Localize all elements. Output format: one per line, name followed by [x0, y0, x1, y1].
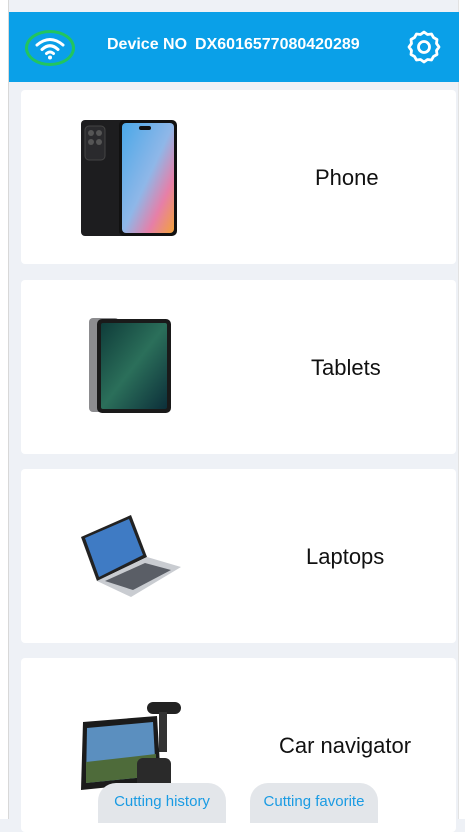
cutting-history-tab[interactable]: Cutting history — [98, 783, 226, 823]
device-title: Device NO DX6016577080420289 — [107, 36, 360, 54]
screen-edge-left — [0, 0, 9, 819]
top-bar: Device NO DX6016577080420289 — [9, 12, 459, 82]
wifi-button[interactable] — [25, 30, 75, 66]
category-label: Tablets — [311, 355, 381, 380]
category-card-car-navigator[interactable]: Car navigator — [21, 658, 456, 832]
category-card-laptops[interactable]: Laptops — [21, 469, 456, 643]
wifi-icon — [35, 38, 65, 60]
cutting-favorite-tab[interactable]: Cutting favorite — [250, 783, 378, 823]
laptop-icon — [81, 515, 181, 597]
device-number: DX6016577080420289 — [195, 36, 360, 53]
settings-button[interactable] — [406, 29, 442, 65]
category-label: Car navigator — [279, 733, 412, 758]
device-label: Device NO — [107, 36, 188, 53]
gear-icon — [407, 30, 441, 64]
screen-edge-right — [458, 0, 465, 819]
category-card-tablets[interactable]: Tablets — [21, 280, 456, 454]
category-card-phone[interactable]: Phone — [21, 90, 456, 264]
tablet-icon — [89, 318, 171, 413]
phone-icon — [81, 120, 177, 236]
category-label: Phone — [315, 165, 379, 190]
category-label: Laptops — [306, 544, 385, 569]
